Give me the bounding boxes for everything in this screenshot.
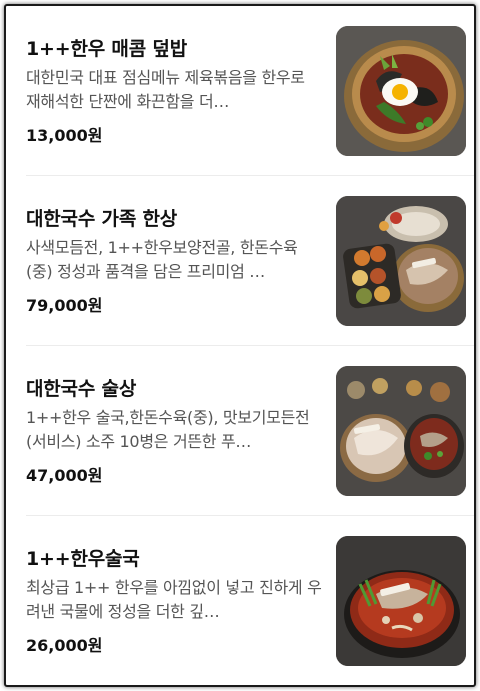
menu-list-container: 1++한우 매콤 덮밥 대한민국 대표 점심메뉴 제육볶음을 한우로 재해석한 … xyxy=(4,4,476,687)
menu-item-drinking-set[interactable]: 대한국수 술상 1++한우 술국,한돈수육(중), 맛보기모든전(서비스) 소주… xyxy=(6,346,474,516)
menu-item-name: 대한국수 가족 한상 xyxy=(26,208,178,230)
menu-item-name: 대한국수 술상 xyxy=(26,378,137,400)
menu-item-spicy-beef-rice-bowl[interactable]: 1++한우 매콤 덮밥 대한민국 대표 점심메뉴 제육볶음을 한우로 재해석한 … xyxy=(6,6,474,176)
menu-item-name: 1++한우술국 xyxy=(26,548,140,570)
beef-hangover-soup-photo[interactable] xyxy=(336,536,466,666)
menu-item-description: 1++한우 술국,한돈수육(중), 맛보기모든전(서비스) 소주 10병은 거뜬… xyxy=(26,408,310,451)
menu-item-price: 26,000원 xyxy=(26,636,103,655)
menu-item-beef-soup[interactable]: 1++한우술국 최상급 1++ 한우를 아낌없이 넣고 진하게 우려낸 국물에 … xyxy=(6,516,474,685)
spicy-beef-bibimbap-photo[interactable] xyxy=(336,26,466,156)
menu-item-price: 47,000원 xyxy=(26,466,103,485)
menu-item-price: 13,000원 xyxy=(26,126,103,145)
drinking-set-platter-photo[interactable] xyxy=(336,366,466,496)
menu-item-name: 1++한우 매콤 덮밥 xyxy=(26,38,187,60)
family-set-platter-photo[interactable] xyxy=(336,196,466,326)
menu-item-description: 대한민국 대표 점심메뉴 제육볶음을 한우로 재해석한 단짠에 화끈함을 더… xyxy=(26,68,305,111)
menu-item-description: 사색모듬전, 1++한우보양전골, 한돈수육(중) 정성과 품격을 담은 프리미… xyxy=(26,238,298,281)
menu-item-description: 최상급 1++ 한우를 아낌없이 넣고 진하게 우려낸 국물에 정성을 더한 깊… xyxy=(26,578,322,621)
menu-item-family-set[interactable]: 대한국수 가족 한상 사색모듬전, 1++한우보양전골, 한돈수육(중) 정성과… xyxy=(6,176,474,346)
menu-item-price: 79,000원 xyxy=(26,296,103,315)
